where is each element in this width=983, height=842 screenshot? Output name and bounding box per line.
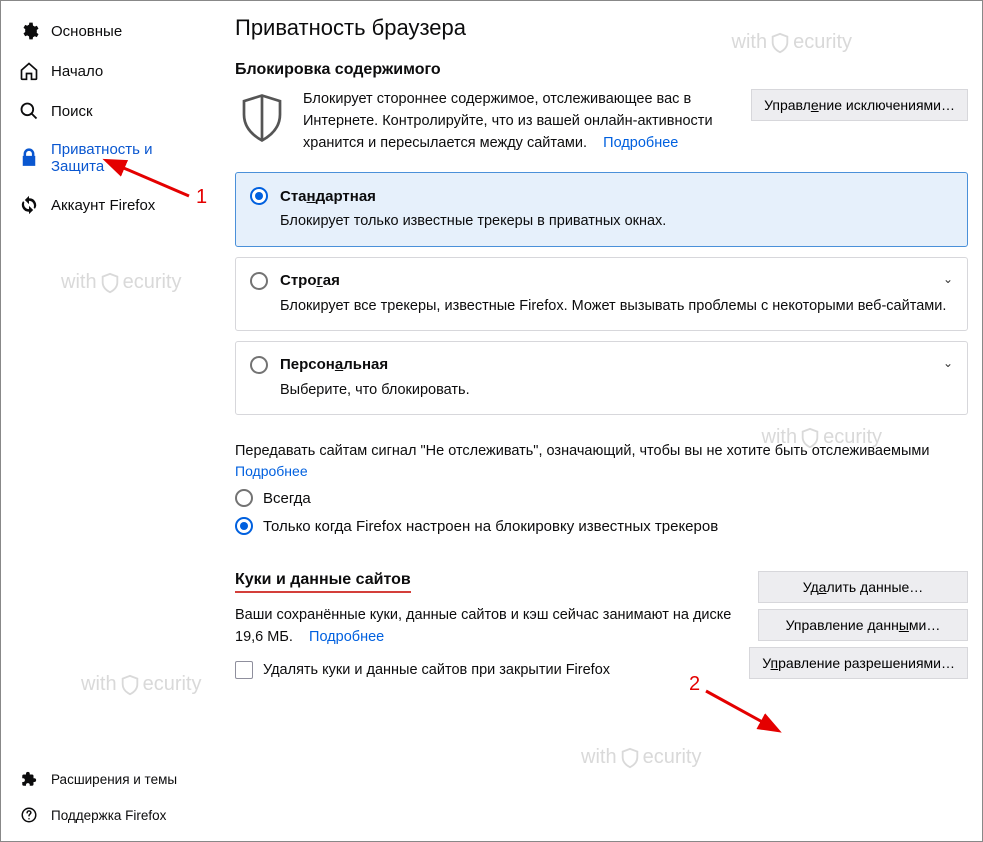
sidebar-item-addons[interactable]: Расширения и темы: [1, 761, 221, 797]
cookies-learn-more-link[interactable]: Подробнее: [309, 629, 384, 645]
sidebar-item-support[interactable]: Поддержка Firefox: [1, 797, 221, 833]
option-title: Персональная: [280, 356, 388, 373]
sidebar-item-search[interactable]: Поиск: [1, 91, 221, 131]
radio-only-blocking[interactable]: [235, 517, 253, 535]
cookies-heading: Куки и данные сайтов: [235, 571, 411, 593]
cookies-clear-on-close[interactable]: Удалять куки и данные сайтов при закрыти…: [235, 661, 735, 679]
sidebar-item-label: Аккаунт Firefox: [51, 197, 155, 214]
exceptions-button[interactable]: Управление исключениями…: [751, 89, 968, 121]
sidebar-item-label: Основные: [51, 23, 122, 40]
main-content: Приватность браузера Блокировка содержим…: [221, 1, 982, 841]
chevron-down-icon: ⌄: [943, 272, 953, 286]
manage-data-button[interactable]: Управление данными…: [758, 609, 968, 641]
search-icon: [19, 101, 39, 121]
puzzle-icon: [19, 769, 39, 789]
sidebar-item-label: Расширения и темы: [51, 772, 177, 787]
radio-strict[interactable]: [250, 272, 268, 290]
checkbox-clear-on-close[interactable]: [235, 661, 253, 679]
page-title: Приватность браузера: [235, 15, 968, 41]
radio-custom[interactable]: [250, 356, 268, 374]
sidebar-item-label: Поиск: [51, 103, 93, 120]
sidebar-item-label: Начало: [51, 63, 103, 80]
dnt-option-always[interactable]: Всегда: [235, 489, 968, 507]
dnt-option-only-blocking[interactable]: Только когда Firefox настроен на блокиро…: [235, 517, 968, 535]
radio-standard[interactable]: [250, 187, 268, 205]
option-desc: Выберите, что блокировать.: [280, 380, 949, 400]
home-icon: [19, 61, 39, 81]
sidebar-item-home[interactable]: Начало: [1, 51, 221, 91]
sidebar-item-label: Приватность и Защита: [51, 141, 207, 175]
option-desc: Блокирует все трекеры, известные Firefox…: [280, 296, 949, 316]
gear-icon: [19, 21, 39, 41]
cookies-desc: Ваши сохранённые куки, данные сайтов и к…: [235, 605, 735, 649]
content-blocking-heading: Блокировка содержимого: [235, 61, 968, 79]
sidebar: Основные Начало Поиск Приватность и Защи…: [1, 1, 221, 841]
chevron-down-icon: ⌄: [943, 356, 953, 370]
help-icon: [19, 805, 39, 825]
sidebar-item-label: Поддержка Firefox: [51, 808, 166, 823]
manage-permissions-button[interactable]: Управление разрешениями…: [749, 647, 968, 679]
sync-icon: [19, 195, 39, 215]
option-strict[interactable]: ⌄ Строгая Блокирует все трекеры, известн…: [235, 257, 968, 331]
option-custom[interactable]: ⌄ Персональная Выберите, что блокировать…: [235, 341, 968, 415]
dnt-text: Передавать сайтам сигнал "Не отслеживать…: [235, 443, 968, 459]
shield-icon: [235, 91, 289, 145]
annotation-number-2: 2: [689, 673, 700, 696]
sidebar-item-account[interactable]: Аккаунт Firefox: [1, 185, 221, 225]
content-blocking-desc: Блокирует стороннее содержимое, отслежив…: [303, 89, 737, 154]
radio-always[interactable]: [235, 489, 253, 507]
option-title: Стандартная: [280, 188, 376, 205]
clear-data-button[interactable]: Удалить данные…: [758, 571, 968, 603]
dnt-learn-more-link[interactable]: Подробнее: [235, 463, 308, 479]
sidebar-item-general[interactable]: Основные: [1, 11, 221, 51]
lock-icon: [19, 148, 39, 168]
option-desc: Блокирует только известные трекеры в при…: [280, 211, 949, 231]
annotation-number-1: 1: [196, 186, 207, 209]
option-title: Строгая: [280, 272, 340, 289]
option-standard[interactable]: Стандартная Блокирует только известные т…: [235, 172, 968, 246]
sidebar-item-privacy[interactable]: Приватность и Защита: [1, 131, 221, 185]
learn-more-link[interactable]: Подробнее: [603, 135, 678, 151]
